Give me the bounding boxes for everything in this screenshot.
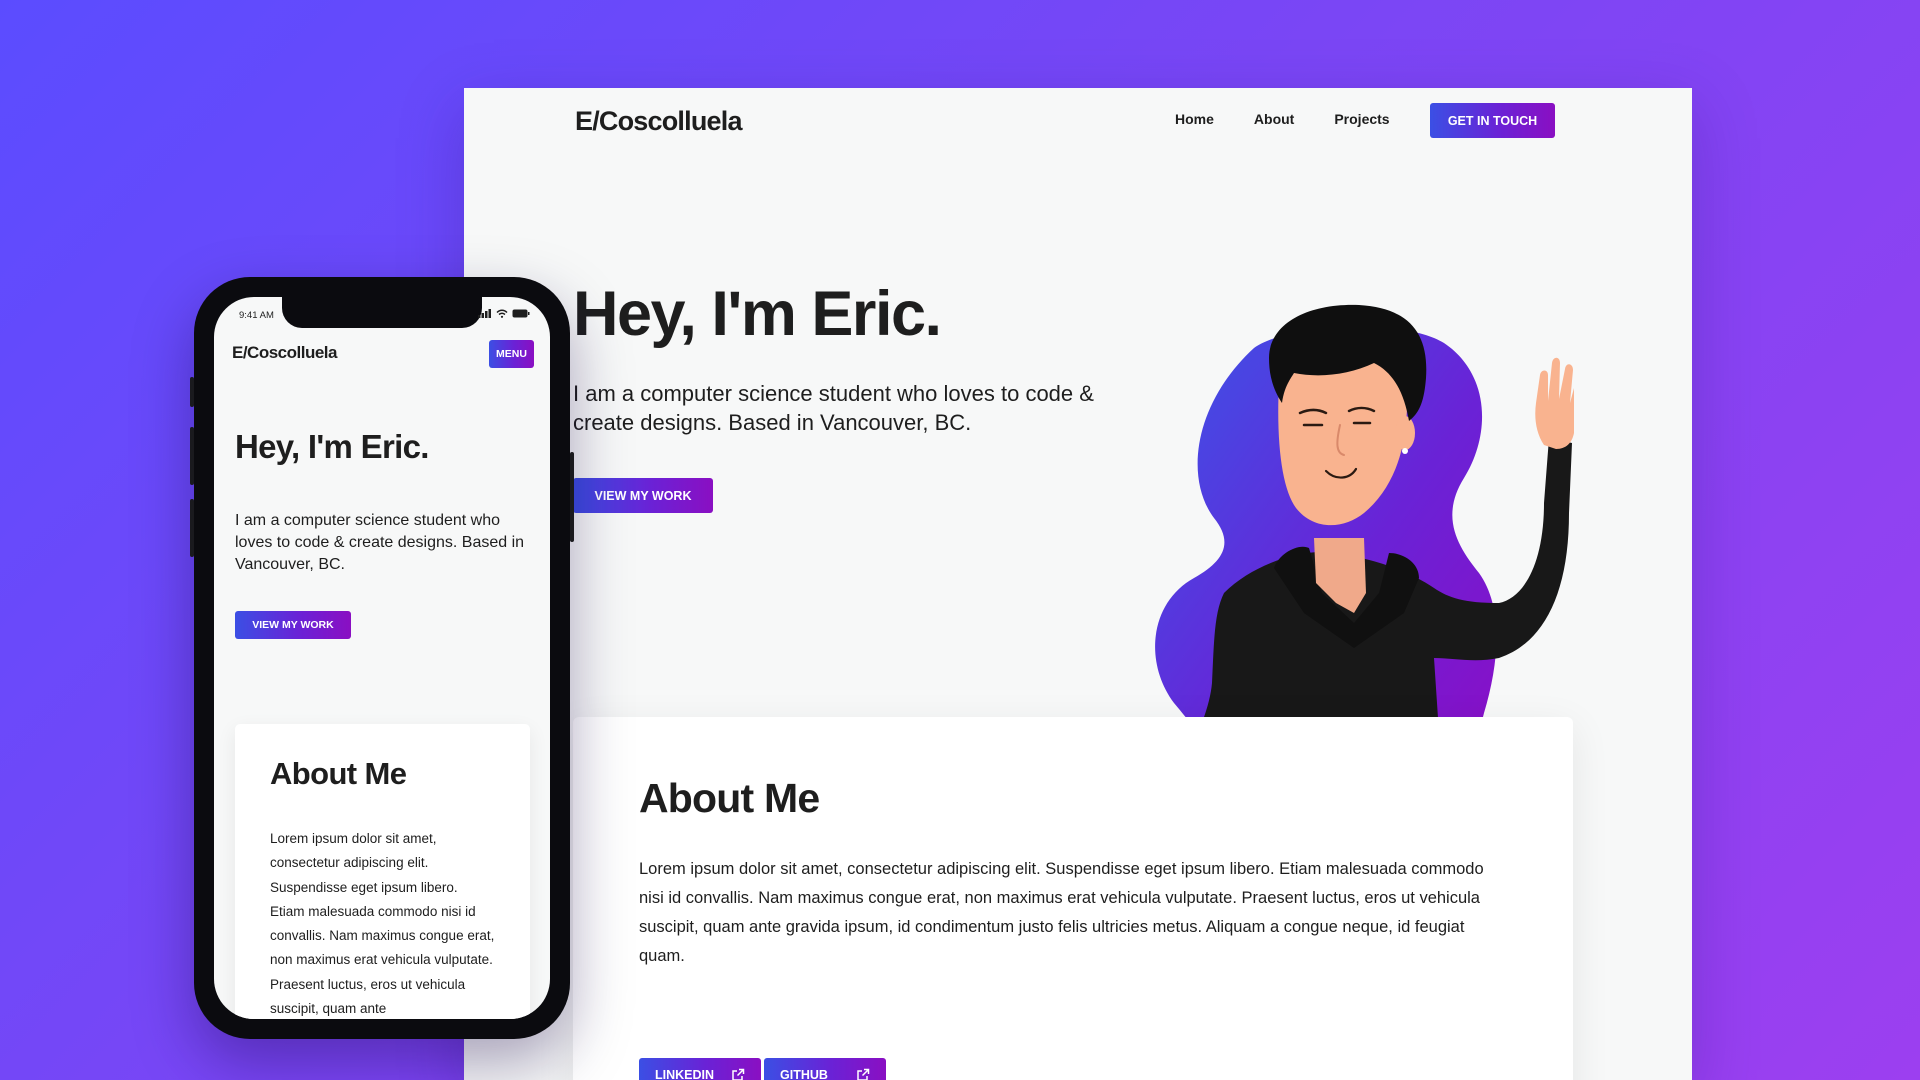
github-button[interactable]: GITHUB bbox=[764, 1058, 886, 1080]
desktop-nav-links: Home About Projects bbox=[1175, 111, 1430, 127]
github-label: GITHUB bbox=[780, 1068, 828, 1080]
desktop-navbar: E/Coscolluela Home About Projects GET IN… bbox=[464, 88, 1692, 180]
hero-subtitle: I am a computer science student who love… bbox=[573, 381, 1094, 435]
external-link-icon bbox=[857, 1068, 870, 1080]
mobile-about-text: Lorem ipsum dolor sit amet, consectetur … bbox=[270, 831, 495, 1017]
linkedin-button[interactable]: LINKEDIN bbox=[639, 1058, 761, 1080]
menu-button[interactable]: MENU bbox=[489, 340, 534, 368]
about-text: Lorem ipsum dolor sit amet, consectetur … bbox=[639, 860, 1484, 965]
mobile-about-card: About Me Lorem ipsum dolor sit amet, con… bbox=[235, 724, 530, 1019]
battery-icon bbox=[512, 309, 530, 318]
mobile-hero-title: Hey, I'm Eric. bbox=[235, 428, 429, 465]
mobile-hero-subtitle: I am a computer science student who love… bbox=[235, 512, 525, 573]
external-link-icon bbox=[732, 1068, 745, 1080]
mobile-about-title: About Me bbox=[270, 756, 407, 791]
social-links: LINKEDIN GITHUB bbox=[639, 1058, 886, 1080]
phone-volume-up bbox=[190, 427, 194, 485]
mobile-logo[interactable]: E/Coscolluela bbox=[232, 343, 337, 363]
wifi-icon bbox=[496, 309, 508, 318]
signal-icon bbox=[478, 309, 491, 318]
view-my-work-button[interactable]: VIEW MY WORK bbox=[573, 478, 713, 513]
linkedin-label: LINKEDIN bbox=[655, 1068, 715, 1080]
status-icons bbox=[478, 309, 530, 318]
hero-title: Hey, I'm Eric. bbox=[573, 279, 942, 349]
nav-link-home[interactable]: Home bbox=[1175, 111, 1214, 127]
status-time: 9:41 AM bbox=[239, 310, 274, 321]
phone-screen: 9:41 AM E/Coscolluela MENU Hey, I'm Eric… bbox=[214, 297, 550, 1019]
get-in-touch-button[interactable]: GET IN TOUCH bbox=[1430, 103, 1555, 138]
desktop-mockup: E/Coscolluela Home About Projects GET IN… bbox=[464, 88, 1692, 1080]
nav-link-about[interactable]: About bbox=[1254, 111, 1294, 127]
about-card: About Me Lorem ipsum dolor sit amet, con… bbox=[573, 717, 1573, 1080]
phone-volume-down bbox=[190, 499, 194, 557]
phone-mockup: 9:41 AM E/Coscolluela MENU Hey, I'm Eric… bbox=[190, 277, 574, 1039]
phone-power-button bbox=[570, 452, 574, 542]
nav-link-projects[interactable]: Projects bbox=[1334, 111, 1389, 127]
phone-side-button bbox=[190, 377, 194, 407]
about-title: About Me bbox=[639, 775, 820, 821]
desktop-logo[interactable]: E/Coscolluela bbox=[575, 108, 742, 135]
mobile-view-my-work-button[interactable]: VIEW MY WORK bbox=[235, 611, 351, 639]
phone-notch bbox=[282, 297, 482, 328]
